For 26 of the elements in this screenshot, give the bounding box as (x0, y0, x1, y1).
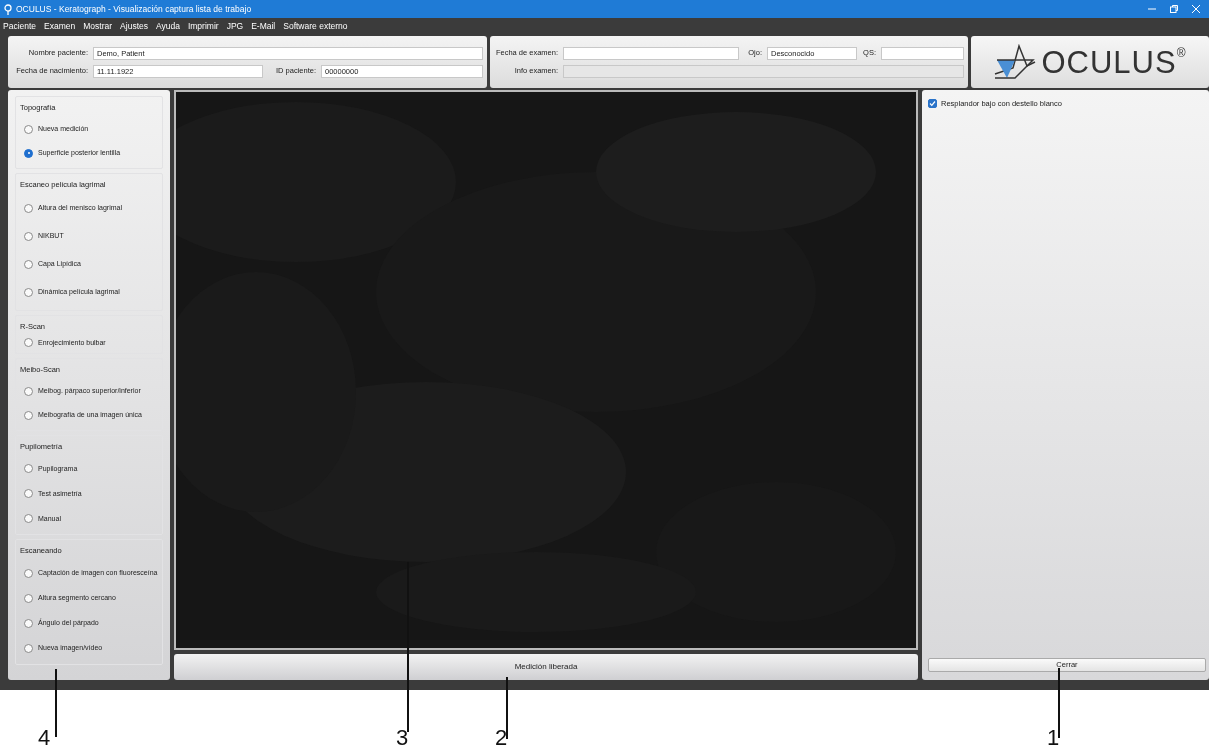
leader-line (506, 677, 508, 739)
menu-item[interactable]: Imprimir (184, 19, 224, 33)
restore-icon[interactable] (1169, 4, 1179, 14)
callout-number: 1 (1047, 727, 1060, 749)
window-title: OCULUS - Keratograph - Visualización captura lista de trabajo (16, 2, 253, 16)
menu-item[interactable]: Paciente (0, 19, 42, 33)
menu-item[interactable]: JPG (223, 19, 249, 33)
input-field[interactable] (563, 46, 739, 60)
app-icon (4, 3, 12, 15)
menu-item[interactable]: Examen (41, 19, 81, 33)
callout-number: 4 (38, 727, 51, 749)
checkmark-icon (929, 100, 936, 108)
logo-icon (993, 44, 1038, 80)
callout-number: 2 (495, 727, 508, 749)
status-bar: Medición liberada (174, 654, 918, 680)
leader-line (1058, 668, 1060, 738)
callout-number: 3 (396, 727, 409, 749)
close-icon[interactable] (1191, 4, 1201, 14)
menu-item[interactable]: Software externo (280, 19, 353, 33)
menu-item[interactable]: E-Mail (248, 19, 281, 33)
input-field[interactable] (881, 46, 964, 60)
menu-item[interactable]: Ajustes (117, 19, 153, 33)
menu-item[interactable]: Ayuda (152, 19, 185, 33)
leader-line (55, 669, 57, 737)
menu-item[interactable]: Mostrar (80, 19, 118, 33)
logo-text: OCULUS$^{®}$ (1041, 46, 1187, 78)
